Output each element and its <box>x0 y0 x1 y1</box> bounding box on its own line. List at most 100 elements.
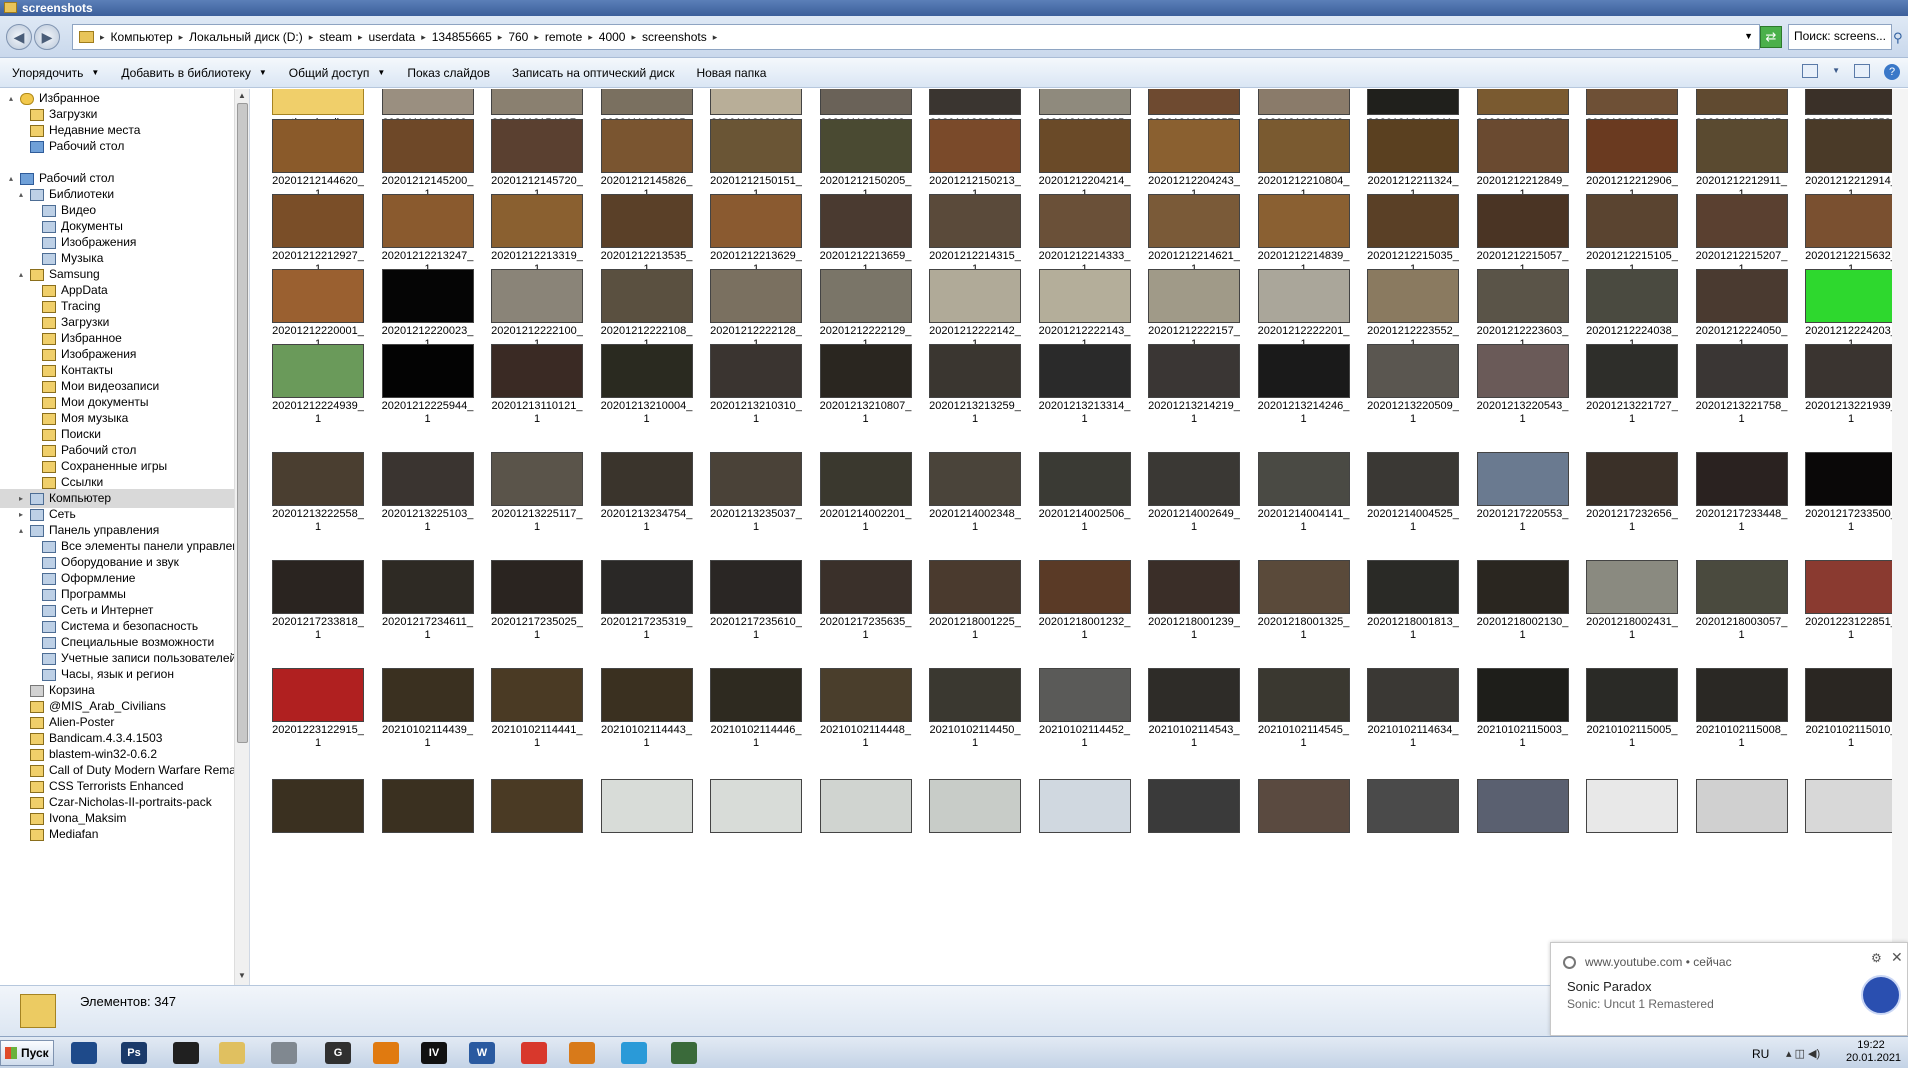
file-item[interactable]: 20201213221758_ 1 <box>1691 344 1793 426</box>
gear-icon[interactable]: ⚙ <box>1871 951 1882 965</box>
expand-toggle-icon[interactable]: ▴ <box>19 526 23 535</box>
file-item[interactable]: 20201212150151_1 <box>705 119 807 201</box>
file-item[interactable] <box>267 779 369 833</box>
file-item[interactable]: 20201217235635_ 1 <box>815 560 917 642</box>
file-item[interactable]: 20201212222100_1 <box>486 269 588 351</box>
file-item[interactable]: 20201212215057_1 <box>1472 194 1574 276</box>
file-item[interactable] <box>377 779 479 833</box>
file-item[interactable]: 20201217220553_ 1 <box>1472 452 1574 534</box>
file-item[interactable]: 20201212145826_1 <box>596 119 698 201</box>
file-item[interactable]: 20201213220543_ 1 <box>1472 344 1574 426</box>
file-item[interactable] <box>924 779 1026 833</box>
file-item[interactable]: 20201212145720_1 <box>486 119 588 201</box>
file-item[interactable]: 20201213213314_ 1 <box>1034 344 1136 426</box>
file-item[interactable]: 20201212212914_1 <box>1800 119 1902 201</box>
file-item[interactable]: 20201218001325_ 1 <box>1253 560 1355 642</box>
file-item[interactable]: 20201212215632_1 <box>1800 194 1902 276</box>
telegram-icon[interactable] <box>614 1039 654 1067</box>
file-item[interactable]: 20201213214246_ 1 <box>1253 344 1355 426</box>
fl-studio-icon[interactable] <box>366 1039 406 1067</box>
file-item[interactable]: 20201214002506_ 1 <box>1034 452 1136 534</box>
breadcrumb-separator[interactable]: ▸ <box>631 32 636 43</box>
breadcrumb-item[interactable]: screenshots <box>642 30 707 44</box>
file-item[interactable]: 20201217234611_ 1 <box>377 560 479 642</box>
share-button[interactable]: Общий доступ ▼ <box>289 66 386 80</box>
file-item[interactable]: 20201217235025_ 1 <box>486 560 588 642</box>
back-button[interactable]: ◀ <box>6 24 32 50</box>
file-item[interactable]: 20201218001225_ 1 <box>924 560 1026 642</box>
file-item[interactable]: 20201212213247_1 <box>377 194 479 276</box>
expand-toggle-icon[interactable]: ▴ <box>9 174 13 183</box>
file-item[interactable]: 20201212211324_1 <box>1362 119 1464 201</box>
file-item[interactable]: 20201213110121_ 1 <box>486 344 588 426</box>
file-item[interactable]: 20210102115010_ 1 <box>1800 668 1902 750</box>
file-item[interactable]: 20201223122851_ 1 <box>1800 560 1902 642</box>
file-item[interactable]: 20201212222128_1 <box>705 269 807 351</box>
file-item[interactable]: 20201212213629_1 <box>705 194 807 276</box>
file-item[interactable]: 20201212214839_1 <box>1253 194 1355 276</box>
file-item[interactable]: 20201218002130_ 1 <box>1472 560 1574 642</box>
file-item[interactable]: 20201212204243_1 <box>1143 119 1245 201</box>
breadcrumb-item[interactable]: 134855665 <box>432 30 492 44</box>
file-item[interactable]: 20201212223603_1 <box>1472 269 1574 351</box>
breadcrumb-item[interactable]: 760 <box>508 30 528 44</box>
file-item[interactable]: 20201212224203_1 <box>1800 269 1902 351</box>
start-button[interactable]: Пуск <box>0 1040 54 1066</box>
file-item[interactable]: 20201218001232_ 1 <box>1034 560 1136 642</box>
media-player-icon[interactable] <box>562 1039 602 1067</box>
file-item[interactable]: 20210102114448_ 1 <box>815 668 917 750</box>
expand-toggle-icon[interactable]: ▴ <box>9 94 13 103</box>
help-icon[interactable]: ? <box>1884 64 1900 80</box>
file-item[interactable]: 20201217233448_ 1 <box>1691 452 1793 534</box>
file-item[interactable]: 20201212222157_1 <box>1143 269 1245 351</box>
file-item[interactable]: 20201212213659_1 <box>815 194 917 276</box>
content-scrollbar[interactable] <box>1892 89 1908 985</box>
refresh-button[interactable]: ⇄ <box>1760 26 1782 48</box>
file-item[interactable] <box>1581 779 1683 833</box>
file-item[interactable]: 20201212213319_1 <box>486 194 588 276</box>
preview-pane-icon[interactable] <box>1854 64 1870 78</box>
tray-icons[interactable]: ▴ ◫ ◀) <box>1786 1047 1820 1060</box>
breadcrumb-separator[interactable]: ▸ <box>309 32 314 43</box>
file-item[interactable]: 20210102114439_ 1 <box>377 668 479 750</box>
file-item[interactable]: 20201212224939_ 1 <box>267 344 369 426</box>
view-options-icon[interactable] <box>1802 64 1819 78</box>
disc-icon[interactable] <box>264 1039 304 1067</box>
file-item[interactable]: 20201214004525_ 1 <box>1362 452 1464 534</box>
slideshow-button[interactable]: Показ слайдов <box>407 66 490 80</box>
nav-item[interactable]: Рабочий стол <box>30 137 124 156</box>
file-item[interactable]: 20201218003057_ 1 <box>1691 560 1793 642</box>
file-item[interactable]: 20201212204214_1 <box>1034 119 1136 201</box>
search-input[interactable]: Поиск: screens... <box>1788 24 1892 50</box>
file-item[interactable]: 20201212214333_1 <box>1034 194 1136 276</box>
language-indicator[interactable]: RU <box>1752 1047 1769 1061</box>
file-item[interactable] <box>705 779 807 833</box>
file-item[interactable] <box>1362 779 1464 833</box>
monitor-app-icon[interactable] <box>664 1039 704 1067</box>
word-icon[interactable]: W <box>462 1039 502 1067</box>
expand-toggle-icon[interactable]: ▴ <box>19 270 23 279</box>
file-item[interactable]: 20201212150213_1 <box>924 119 1026 201</box>
file-item[interactable]: 20201212222129_1 <box>815 269 917 351</box>
file-item[interactable]: 20201213221939_ 1 <box>1800 344 1902 426</box>
address-bar[interactable]: ▸ Компьютер ▸ Локальный диск (D:) ▸ steam ▸ use… <box>72 24 1760 50</box>
file-item[interactable]: 20201214002201_ 1 <box>815 452 917 534</box>
new-folder-button[interactable]: Новая папка <box>696 66 766 80</box>
file-item[interactable]: 20201217232656_ 1 <box>1581 452 1683 534</box>
file-item[interactable]: 20201212224050_1 <box>1691 269 1793 351</box>
breadcrumb-separator[interactable]: ▸ <box>588 32 593 43</box>
file-item[interactable]: 20201213210807_ 1 <box>815 344 917 426</box>
file-item[interactable]: 20201212214315_1 <box>924 194 1026 276</box>
breadcrumb-separator[interactable]: ▸ <box>534 32 539 43</box>
file-item[interactable]: 20201212225944_ 1 <box>377 344 479 426</box>
file-item[interactable]: 20201212222142_1 <box>924 269 1026 351</box>
file-item[interactable]: 20201213225117_ 1 <box>486 452 588 534</box>
file-item[interactable]: 20210102114452_ 1 <box>1034 668 1136 750</box>
breadcrumb-item[interactable]: remote <box>545 30 582 44</box>
file-item[interactable]: 20201213225103_ 1 <box>377 452 479 534</box>
file-item[interactable] <box>1800 779 1902 833</box>
breadcrumb-separator[interactable]: ▸ <box>713 32 718 43</box>
file-item[interactable]: 20210102115003_ 1 <box>1472 668 1574 750</box>
file-item[interactable]: 20201218002431_ 1 <box>1581 560 1683 642</box>
organize-button[interactable]: Упорядочить ▼ <box>12 66 99 80</box>
